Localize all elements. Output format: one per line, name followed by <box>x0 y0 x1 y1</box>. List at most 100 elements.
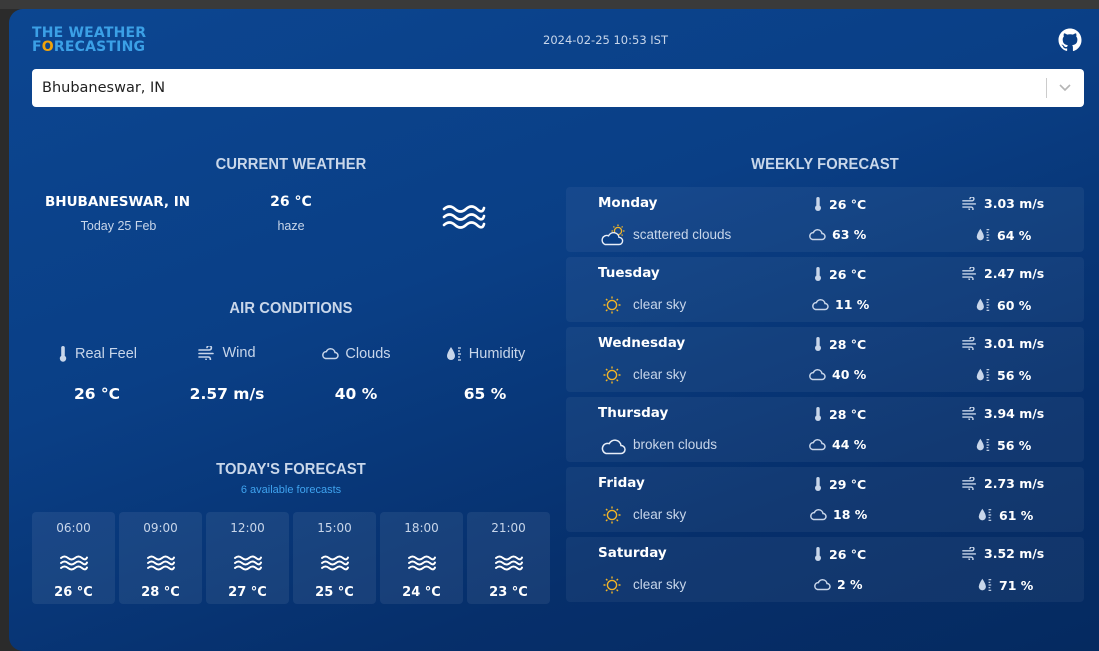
cloud-icon <box>809 369 826 381</box>
weekly-forecast-row: Tuesday clear sky 26 °C 2.47 m/s 11 % 60… <box>566 257 1084 322</box>
sun-icon <box>603 296 621 314</box>
current-description: haze <box>277 219 305 233</box>
temperature-cell: 28 °C <box>813 336 866 352</box>
thermometer-icon <box>815 407 821 421</box>
thermometer-icon <box>815 197 821 211</box>
hourly-time: 12:00 <box>230 521 265 535</box>
weekday: Friday <box>598 475 645 491</box>
humidity-icon <box>976 438 990 451</box>
clouds-label: Clouds <box>345 345 391 362</box>
thermometer-icon <box>815 337 821 351</box>
wind-cell: 3.94 m/s <box>962 406 1044 421</box>
temperature-value: 29 °C <box>829 476 867 492</box>
city-search-select[interactable] <box>32 69 1084 107</box>
weekday: Wednesday <box>598 335 686 351</box>
current-weather-title: CURRENT WEATHER <box>215 156 367 173</box>
humidity-value: 71 % <box>999 577 1034 593</box>
humidity-value: 60 % <box>997 297 1032 313</box>
haze-icon <box>495 555 523 571</box>
temperature-value: 26 °C <box>829 196 867 212</box>
clouds-cell: 2 % <box>813 577 863 592</box>
wind-value: 3.52 m/s <box>984 546 1045 561</box>
wind-value: 3.01 m/s <box>984 336 1045 351</box>
sun-icon <box>603 506 621 524</box>
haze-icon <box>442 205 486 229</box>
humidity-cell: 56 % <box>975 437 1031 453</box>
weekly-forecast-row: Friday clear sky 29 °C 2.73 m/s 18 % 61 … <box>566 467 1084 532</box>
humidity-icon <box>446 347 461 361</box>
haze-icon <box>321 555 349 571</box>
humidity-icon <box>976 368 990 381</box>
humidity-cell: 71 % <box>977 577 1033 593</box>
temperature-cell: 26 °C <box>813 546 866 562</box>
wind-icon <box>962 477 977 490</box>
clouds-value: 63 % <box>832 227 867 242</box>
temperature-cell: 26 °C <box>813 196 866 212</box>
weather-description: scattered clouds <box>633 227 732 242</box>
wind-value: 2.47 m/s <box>984 266 1045 281</box>
clouds-cell: 44 % <box>808 437 866 452</box>
weather-description: clear sky <box>633 367 687 382</box>
weather-description: broken clouds <box>633 437 718 452</box>
logo-line-2: FORECASTING <box>32 39 146 55</box>
humidity-cell: 61 % <box>977 507 1033 523</box>
wind-icon <box>962 267 977 280</box>
thermometer-icon <box>815 547 821 561</box>
real-feel-label: Real Feel <box>74 346 138 362</box>
weekly-forecast-row: Thursday broken clouds 28 °C 3.94 m/s 44… <box>566 397 1084 462</box>
current-city: BHUBANESWAR, IN <box>45 194 191 210</box>
cloud-icon <box>810 509 827 521</box>
wind-cell: 3.03 m/s <box>962 196 1044 211</box>
humidity-icon <box>978 578 992 591</box>
wind-icon <box>962 337 977 350</box>
todays-forecast-subtitle: 6 available forecasts <box>240 484 342 496</box>
hourly-temperature: 27 °C <box>228 585 267 600</box>
air-condition-humidity: Humidity <box>420 345 550 367</box>
cloud-icon <box>322 348 340 360</box>
header: THE WEATHER FORECASTING 2024-02-25 10:53… <box>9 9 1099 67</box>
temperature-value: 28 °C <box>829 406 867 422</box>
select-separator <box>1046 78 1047 98</box>
clouds-value: 40 % <box>334 385 378 403</box>
haze-icon <box>408 555 436 571</box>
humidity-value: 61 % <box>999 507 1034 523</box>
real-feel-value: 26 °C <box>73 385 121 403</box>
humidity-cell: 56 % <box>975 367 1031 383</box>
cloud-icon <box>809 229 826 241</box>
weather-app: THE WEATHER FORECASTING 2024-02-25 10:53… <box>9 9 1099 651</box>
wind-cell: 2.47 m/s <box>962 266 1044 281</box>
hourly-temperature: 26 °C <box>54 585 93 600</box>
sun-icon <box>603 576 621 594</box>
weekday: Monday <box>598 195 658 211</box>
weekday: Thursday <box>598 405 669 421</box>
thermometer-icon <box>59 346 67 362</box>
app-logo[interactable]: THE WEATHER FORECASTING <box>32 26 157 56</box>
weather-description: clear sky <box>633 297 687 312</box>
humidity-cell: 64 % <box>975 227 1031 243</box>
partly-cloudy-icon <box>601 224 625 246</box>
wind-value: 2.73 m/s <box>984 476 1045 491</box>
clouds-cell: 11 % <box>811 297 869 312</box>
wind-value: 2.57 m/s <box>189 385 265 403</box>
clouds-value: 2 % <box>837 577 863 592</box>
chevron-down-icon[interactable] <box>1056 80 1074 96</box>
todays-forecast-title: TODAY'S FORECAST <box>216 461 366 478</box>
github-icon[interactable] <box>1058 28 1082 52</box>
city-search-input[interactable] <box>42 77 1022 99</box>
wind-icon <box>962 547 977 560</box>
hourly-forecast-card: 21:00 23 °C <box>467 512 550 604</box>
humidity-icon <box>978 508 992 521</box>
air-condition-real-feel: Real Feel <box>32 345 162 367</box>
current-datetime: 2024-02-25 10:53 IST <box>543 33 669 47</box>
wind-value: 3.94 m/s <box>984 406 1045 421</box>
clouds-value: 40 % <box>832 367 867 382</box>
hourly-temperature: 23 °C <box>489 585 528 600</box>
wind-icon <box>962 197 977 210</box>
temperature-cell: 28 °C <box>813 406 866 422</box>
weekly-forecast-row: Saturday clear sky 26 °C 3.52 m/s 2 % 71… <box>566 537 1084 602</box>
hourly-temperature: 25 °C <box>315 585 354 600</box>
humidity-icon <box>976 298 990 311</box>
logo-line-1: THE WEATHER <box>32 25 147 41</box>
hourly-forecast-card: 09:00 28 °C <box>119 512 202 604</box>
temperature-value: 28 °C <box>829 336 867 352</box>
